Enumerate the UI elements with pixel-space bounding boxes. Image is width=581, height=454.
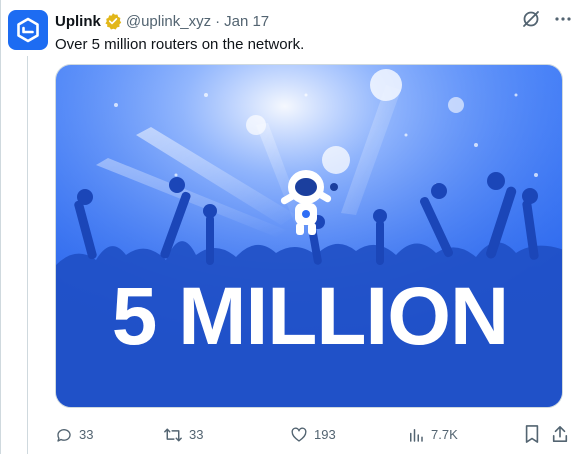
like-icon (291, 427, 307, 442)
reply-icon (57, 429, 71, 442)
header-actions (521, 9, 573, 29)
verified-badge-icon (104, 12, 122, 30)
like-count: 193 (314, 427, 336, 442)
like-button[interactable]: 193 (290, 424, 336, 446)
avatar[interactable] (8, 10, 48, 50)
tweet-header: Uplink @uplink_xyz · Jan 17 (55, 11, 573, 31)
views-icon (410, 429, 423, 442)
more-icon[interactable] (553, 9, 573, 29)
bookmark-button[interactable] (523, 424, 541, 444)
share-icon (552, 425, 568, 443)
views-button[interactable]: 7.7K (407, 424, 458, 446)
separator-dot: · (215, 12, 221, 30)
uplink-logo-icon (17, 17, 39, 43)
reply-button[interactable]: 33 (55, 424, 93, 446)
media-headline: 5 MILLION (112, 271, 508, 362)
tweet-text: Over 5 million routers on the network. (55, 36, 305, 53)
left-border (0, 0, 1, 454)
repost-button[interactable]: 33 (163, 424, 203, 446)
author-name[interactable]: Uplink (55, 13, 101, 30)
tweet-media[interactable]: 5 MILLION (55, 64, 563, 408)
tweet-actions: 33 33 193 7.7K (55, 424, 569, 446)
reply-count: 33 (79, 427, 94, 442)
author-handle[interactable]: @uplink_xyz (126, 13, 211, 30)
repost-count: 33 (189, 427, 204, 442)
bookmark-icon (525, 425, 539, 443)
thread-line (27, 56, 28, 454)
post-date[interactable]: Jan 17 (224, 13, 269, 30)
repost-icon (164, 428, 182, 442)
grok-icon[interactable] (521, 9, 541, 29)
share-button[interactable] (551, 424, 569, 444)
views-count: 7.7K (431, 427, 458, 442)
